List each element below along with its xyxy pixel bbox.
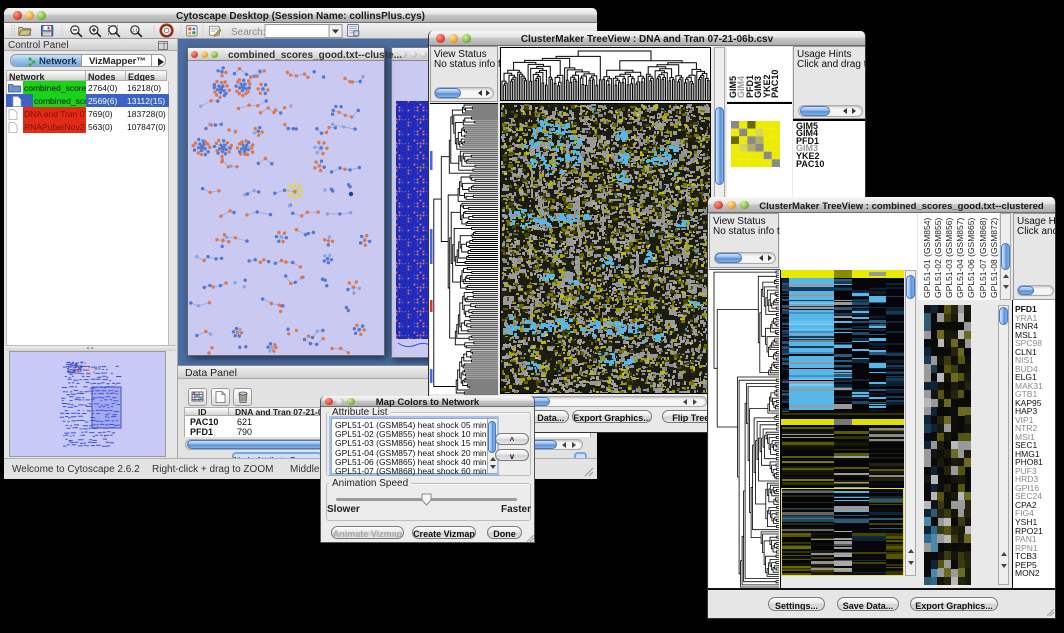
svg-text:Search:: Search: [231,27,265,38]
svg-text:1:1: 1:1 [132,28,138,33]
